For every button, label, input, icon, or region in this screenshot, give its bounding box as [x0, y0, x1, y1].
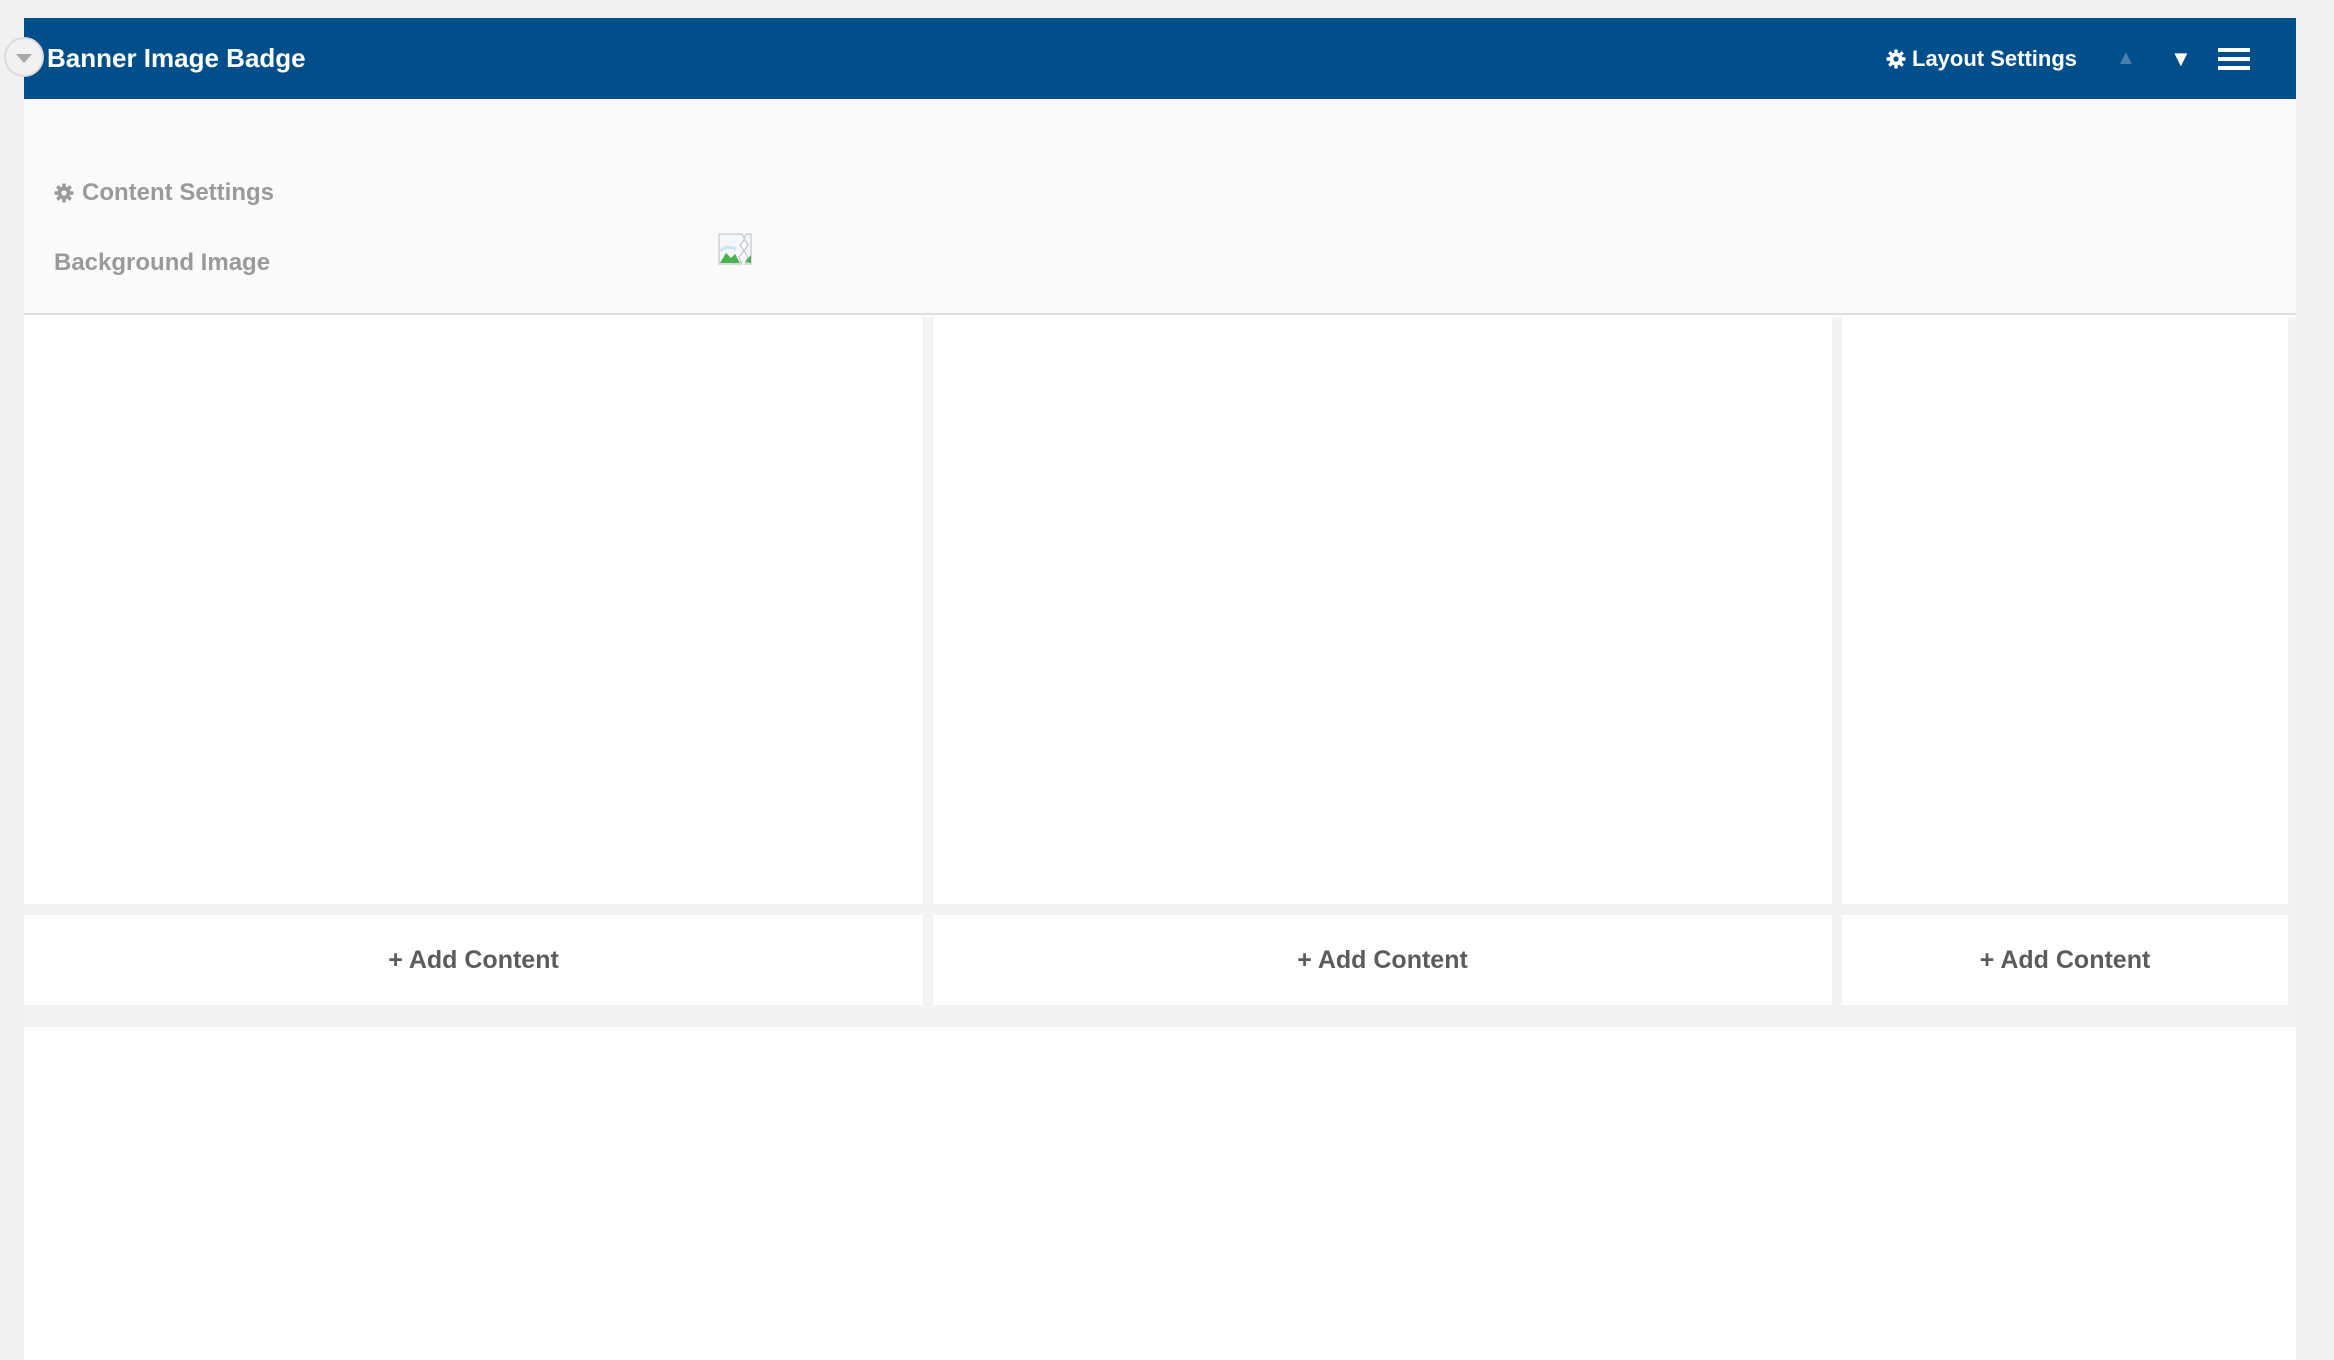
layout-settings-button[interactable]: Layout Settings [1886, 18, 2077, 99]
add-content-button[interactable]: + Add Content [24, 915, 923, 1005]
layout-block-panel: Banner Image Badge Layout Settings ▲ ▼ C… [4, 18, 2296, 1360]
content-settings-label: Content Settings [82, 179, 274, 206]
block-title: Banner Image Badge [47, 43, 306, 73]
column-drop-area[interactable] [933, 317, 1832, 904]
gear-icon [54, 183, 74, 203]
column-2: + Add Content [933, 317, 1832, 1027]
add-content-button[interactable]: + Add Content [933, 915, 1832, 1005]
block-header: Banner Image Badge Layout Settings ▲ ▼ [4, 18, 2296, 99]
column-drop-area[interactable] [24, 317, 923, 904]
columns-row: + Add Content + Add Content + Add Conten… [24, 317, 2296, 1027]
content-settings-section: Content Settings Background Image [24, 99, 2296, 315]
column-3: + Add Content [1842, 317, 2288, 1027]
gear-icon [1886, 49, 1906, 69]
hamburger-menu-icon[interactable] [2218, 48, 2250, 70]
chevron-down-icon [16, 53, 32, 63]
layout-settings-label: Layout Settings [1912, 45, 2078, 71]
column-1: + Add Content [24, 317, 923, 1027]
content-settings-toggle[interactable]: Content Settings [54, 179, 274, 207]
move-up-arrow-icon[interactable]: ▲ [2116, 18, 2136, 99]
column-drop-area[interactable] [1842, 317, 2288, 904]
broken-image-icon[interactable] [718, 233, 752, 265]
move-down-arrow-icon[interactable]: ▼ [2170, 18, 2192, 99]
add-content-button[interactable]: + Add Content [1842, 915, 2288, 1005]
background-image-label: Background Image [54, 249, 271, 276]
collapse-toggle-button[interactable] [4, 37, 44, 77]
